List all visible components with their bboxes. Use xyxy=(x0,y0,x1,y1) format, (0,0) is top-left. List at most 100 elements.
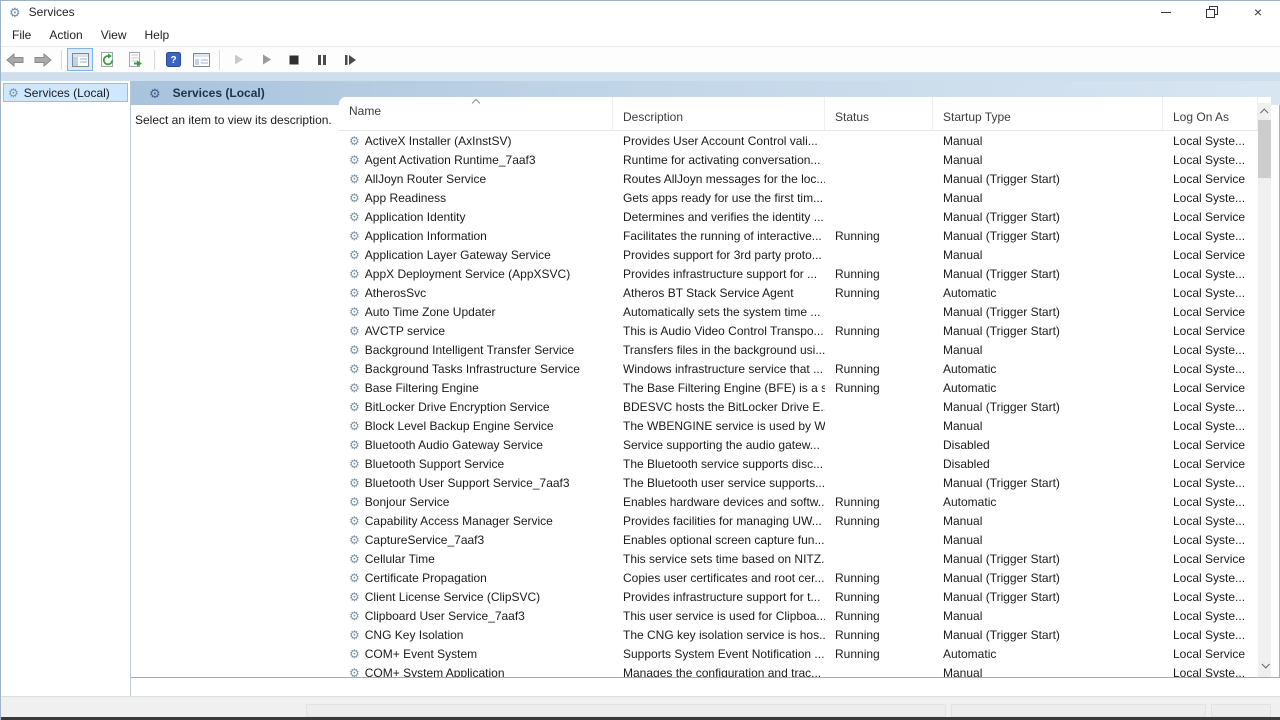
service-name-text: Block Level Backup Engine Service xyxy=(365,419,554,433)
service-description-cell: Service supporting the audio gatew... xyxy=(613,438,825,452)
table-row[interactable]: ⚙Bonjour ServiceEnables hardware devices… xyxy=(339,492,1258,511)
table-row[interactable]: ⚙Certificate PropagationCopies user cert… xyxy=(339,568,1258,587)
service-description-cell: The Bluetooth service supports disc... xyxy=(613,457,825,471)
banner-gear-icon: ⚙ xyxy=(149,87,161,100)
minimize-button[interactable] xyxy=(1143,1,1189,23)
service-status-cell: Running xyxy=(825,362,933,376)
service-description-cell: Automatically sets the system time ... xyxy=(613,305,825,319)
column-header-name[interactable]: Name xyxy=(339,97,613,130)
scrollbar-thumb[interactable] xyxy=(1258,120,1271,178)
service-log-on-as-cell: Local Syste... xyxy=(1163,286,1258,300)
service-description-cell: This service sets time based on NITZ... xyxy=(613,552,825,566)
tree-item-services-local[interactable]: ⚙ Services (Local) xyxy=(3,83,128,102)
properties-button[interactable] xyxy=(188,48,214,71)
service-gear-icon: ⚙ xyxy=(349,306,360,318)
vertical-scrollbar[interactable] xyxy=(1258,103,1271,677)
service-log-on-as-cell: Local Service xyxy=(1163,381,1258,395)
service-description-cell: Manages the configuration and trac... xyxy=(613,666,825,678)
service-description-cell: Runtime for activating conversation... xyxy=(613,153,825,167)
table-row[interactable]: ⚙AtherosSvcAtheros BT Stack Service Agen… xyxy=(339,283,1258,302)
toolbar: ? xyxy=(1,46,1280,73)
column-header-log-on-as[interactable]: Log On As xyxy=(1163,97,1258,130)
table-row[interactable]: ⚙Application InformationFacilitates the … xyxy=(339,226,1258,245)
resume-service-button[interactable] xyxy=(253,48,279,71)
service-startup-type-cell: Manual (Trigger Start) xyxy=(933,324,1163,338)
console-tree-icon xyxy=(72,53,89,67)
column-header-startup-type[interactable]: Startup Type xyxy=(933,97,1163,130)
service-startup-type-cell: Manual (Trigger Start) xyxy=(933,628,1163,642)
service-status-cell: Running xyxy=(825,267,933,281)
service-name-cell: ⚙Agent Activation Runtime_7aaf3 xyxy=(339,153,613,167)
help-button[interactable]: ? xyxy=(160,48,186,71)
table-row[interactable]: ⚙Clipboard User Service_7aaf3This user s… xyxy=(339,606,1258,625)
back-button[interactable] xyxy=(2,48,28,71)
scroll-down-button[interactable] xyxy=(1258,656,1271,673)
table-row[interactable]: ⚙CaptureService_7aaf3Enables optional sc… xyxy=(339,530,1258,549)
table-row[interactable]: ⚙Application IdentityDetermines and veri… xyxy=(339,207,1258,226)
minimize-icon xyxy=(1161,12,1171,13)
column-header-description[interactable]: Description xyxy=(613,97,825,130)
show-console-tree-button[interactable] xyxy=(67,48,93,71)
service-description-cell: Gets apps ready for use the first tim... xyxy=(613,191,825,205)
table-row[interactable]: ⚙ App Readiness Gets apps ready for use th… xyxy=(339,188,1258,207)
service-gear-icon: ⚙ xyxy=(349,629,360,641)
service-name-cell: ⚙ App Readiness xyxy=(339,191,613,205)
service-gear-icon: ⚙ xyxy=(349,154,360,166)
pause-service-button[interactable] xyxy=(309,48,335,71)
table-row[interactable]: ⚙COM+ Event SystemSupports System Event … xyxy=(339,644,1258,663)
service-name-cell: ⚙AppX Deployment Service (AppXSVC) xyxy=(339,267,613,281)
service-log-on-as-cell: Local Syste... xyxy=(1163,590,1258,604)
table-row[interactable]: ⚙Capability Access Manager ServiceProvid… xyxy=(339,511,1258,530)
close-button[interactable]: × xyxy=(1235,1,1280,23)
service-gear-icon: ⚙ xyxy=(349,515,360,527)
table-row[interactable]: ⚙Auto Time Zone UpdaterAutomatically set… xyxy=(339,302,1258,321)
table-row[interactable]: ⚙ActiveX Installer (AxInstSV)Provides Us… xyxy=(339,131,1258,150)
restore-button[interactable] xyxy=(1189,1,1235,23)
table-row[interactable]: ⚙CNG Key IsolationThe CNG key isolation … xyxy=(339,625,1258,644)
service-name-text: App Readiness xyxy=(365,191,446,205)
table-row[interactable]: ⚙Agent Activation Runtime_7aaf3Runtime f… xyxy=(339,150,1258,169)
menu-help[interactable]: Help xyxy=(136,25,179,45)
service-description-cell: Provides support for 3rd party proto... xyxy=(613,248,825,262)
table-row[interactable]: ⚙Client License Service (ClipSVC)Provide… xyxy=(339,587,1258,606)
service-log-on-as-cell: Local Syste... xyxy=(1163,400,1258,414)
table-row[interactable]: ⚙Background Tasks Infrastructure Service… xyxy=(339,359,1258,378)
service-gear-icon: ⚙ xyxy=(349,192,360,204)
service-name-cell: ⚙ActiveX Installer (AxInstSV) xyxy=(339,134,613,148)
hint-text: Select an item to view its description. xyxy=(135,113,332,127)
service-status-cell: Running xyxy=(825,647,933,661)
table-row[interactable]: ⚙Base Filtering EngineThe Base Filtering… xyxy=(339,378,1258,397)
forward-button[interactable] xyxy=(30,48,56,71)
table-row[interactable]: ⚙Bluetooth Audio Gateway ServiceService … xyxy=(339,435,1258,454)
service-name-text: ActiveX Installer (AxInstSV) xyxy=(365,134,512,148)
service-name-cell: ⚙Bonjour Service xyxy=(339,495,613,509)
service-list-body: ⚙ActiveX Installer (AxInstSV)Provides Us… xyxy=(339,131,1258,677)
service-log-on-as-cell: Local Syste... xyxy=(1163,153,1258,167)
service-log-on-as-cell: Local Syste... xyxy=(1163,343,1258,357)
stop-service-button[interactable] xyxy=(281,48,307,71)
service-log-on-as-cell: Local Service xyxy=(1163,172,1258,186)
refresh-button[interactable] xyxy=(95,48,121,71)
table-row[interactable]: ⚙Cellular TimeThis service sets time bas… xyxy=(339,549,1258,568)
start-service-button[interactable] xyxy=(225,48,251,71)
column-header-status[interactable]: Status xyxy=(825,97,933,130)
table-row[interactable]: ⚙BitLocker Drive Encryption ServiceBDESV… xyxy=(339,397,1258,416)
service-name-cell: ⚙Base Filtering Engine xyxy=(339,381,613,395)
table-row[interactable]: ⚙AllJoyn Router ServiceRoutes AllJoyn me… xyxy=(339,169,1258,188)
status-segment xyxy=(306,704,946,717)
service-status-cell: Running xyxy=(825,324,933,338)
menu-file[interactable]: File xyxy=(3,25,40,45)
scroll-up-button[interactable] xyxy=(1258,103,1271,120)
menu-view[interactable]: View xyxy=(92,25,136,45)
table-row[interactable]: ⚙COM+ System ApplicationManages the conf… xyxy=(339,663,1258,677)
table-row[interactable]: ⚙Application Layer Gateway ServiceProvid… xyxy=(339,245,1258,264)
table-row[interactable]: ⚙Background Intelligent Transfer Service… xyxy=(339,340,1258,359)
table-row[interactable]: ⚙Bluetooth Support ServiceThe Bluetooth … xyxy=(339,454,1258,473)
table-row[interactable]: ⚙Bluetooth User Support Service_7aaf3The… xyxy=(339,473,1258,492)
export-list-button[interactable] xyxy=(123,48,149,71)
restart-service-button[interactable] xyxy=(337,48,363,71)
menu-action[interactable]: Action xyxy=(40,25,91,45)
table-row[interactable]: ⚙Block Level Backup Engine ServiceThe WB… xyxy=(339,416,1258,435)
table-row[interactable]: ⚙AppX Deployment Service (AppXSVC)Provid… xyxy=(339,264,1258,283)
table-row[interactable]: ⚙AVCTP serviceThis is Audio Video Contro… xyxy=(339,321,1258,340)
